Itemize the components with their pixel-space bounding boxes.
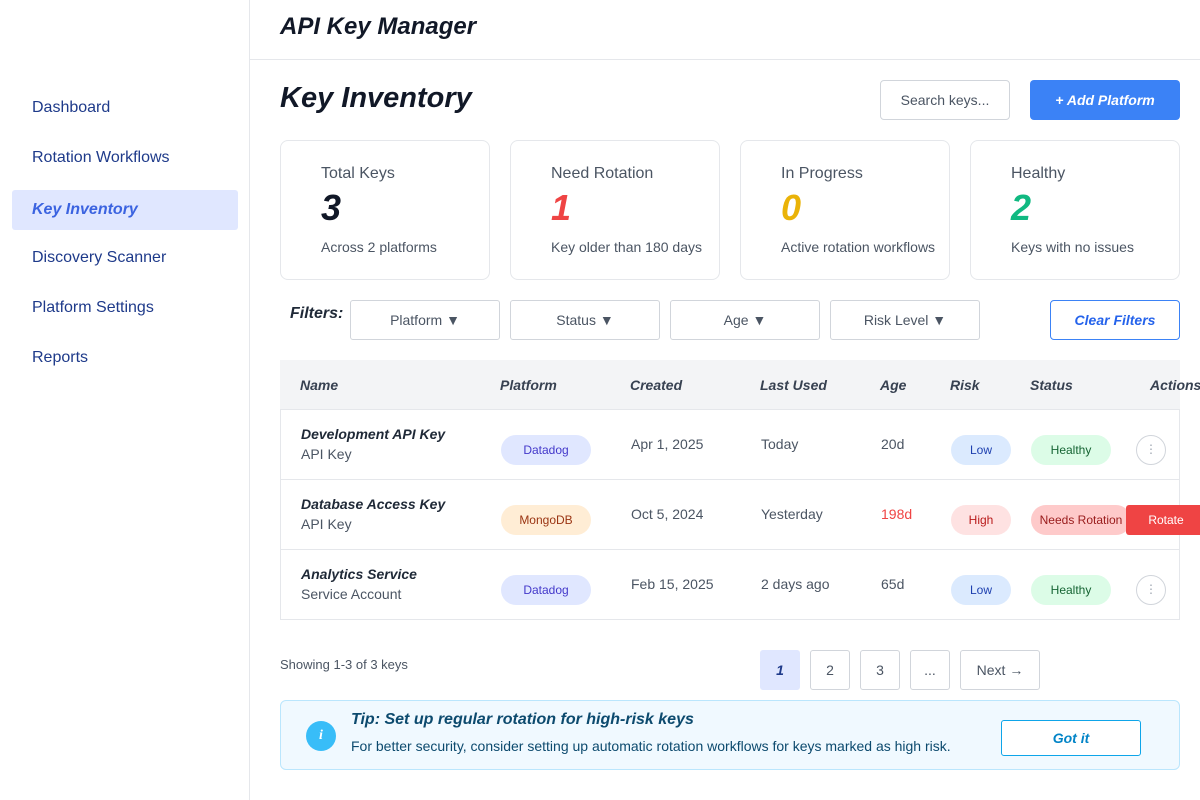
next-page-button[interactable]: Next → <box>960 650 1040 690</box>
last-used: Yesterday <box>761 506 823 522</box>
stat-label: In Progress <box>781 165 863 182</box>
stat-card-need-rotation: Need Rotation 1 Key older than 180 days <box>510 140 720 280</box>
table-row[interactable]: Analytics Service Service Account Datado… <box>280 550 1180 620</box>
app: Dashboard Rotation Workflows Key Invento… <box>0 0 1200 800</box>
results-count: Showing 1-3 of 3 keys <box>280 657 408 672</box>
filter-age-dropdown[interactable]: Age ▼ <box>670 300 820 340</box>
sidebar-item-reports[interactable]: Reports <box>12 338 238 378</box>
created-date: Oct 5, 2024 <box>631 506 704 522</box>
tip-text: For better security, consider setting up… <box>351 738 951 754</box>
filter-risk-level-dropdown[interactable]: Risk Level ▼ <box>830 300 980 340</box>
clear-filters-button[interactable]: Clear Filters <box>1050 300 1180 340</box>
page-button-2[interactable]: 2 <box>810 650 850 690</box>
filters-label: Filters: <box>290 305 344 322</box>
sidebar-item-key-inventory[interactable]: Key Inventory <box>12 190 238 230</box>
page-title: Key Inventory <box>280 82 472 114</box>
stat-value: 1 <box>551 187 572 228</box>
column-header-platform: Platform <box>500 377 557 393</box>
risk-badge: Low <box>951 575 1011 605</box>
column-header-last-used: Last Used <box>760 377 827 393</box>
key-age: 20d <box>881 436 905 452</box>
stat-label: Healthy <box>1011 165 1066 182</box>
key-name: Development API Key <box>301 426 446 442</box>
key-type: API Key <box>301 446 352 462</box>
column-header-age: Age <box>880 377 907 393</box>
stat-card-in-progress: In Progress 0 Active rotation workflows <box>740 140 950 280</box>
status-badge: Healthy <box>1031 575 1111 605</box>
table-header: Name Platform Created Last Used Age Risk… <box>280 360 1200 410</box>
stat-label: Total Keys <box>321 165 395 182</box>
key-age: 65d <box>881 576 905 592</box>
created-date: Feb 15, 2025 <box>631 576 714 592</box>
last-used: Today <box>761 436 799 452</box>
key-name: Analytics Service <box>301 566 417 582</box>
column-header-status: Status <box>1030 377 1073 393</box>
stat-subtext: Active rotation workflows <box>781 239 936 255</box>
filter-status-dropdown[interactable]: Status ▼ <box>510 300 660 340</box>
last-used: 2 days ago <box>761 576 830 592</box>
risk-badge: Low <box>951 435 1011 465</box>
sidebar-item-platform-settings[interactable]: Platform Settings <box>12 288 238 328</box>
table-row[interactable]: Database Access Key API Key MongoDB Oct … <box>280 480 1200 550</box>
stat-value: 3 <box>321 187 342 228</box>
created-date: Apr 1, 2025 <box>631 436 704 452</box>
sidebar-item-rotation-workflows[interactable]: Rotation Workflows <box>12 138 238 178</box>
stat-value: 2 <box>1011 187 1032 228</box>
stat-value: 0 <box>781 187 802 228</box>
search-input[interactable] <box>880 80 1010 120</box>
more-actions-icon[interactable]: ⋮ <box>1136 435 1166 465</box>
column-header-name: Name <box>300 377 339 393</box>
got-it-button[interactable]: Got it <box>1001 720 1141 756</box>
info-icon: i <box>306 721 336 751</box>
key-type: API Key <box>301 516 352 532</box>
header: API Key Manager <box>250 0 1200 60</box>
page-button-1[interactable]: 1 <box>760 650 800 690</box>
rotate-button[interactable]: Rotate <box>1126 505 1200 535</box>
page-ellipsis[interactable]: ... <box>910 650 950 690</box>
page-button-3[interactable]: 3 <box>860 650 900 690</box>
more-actions-icon[interactable]: ⋮ <box>1136 575 1166 605</box>
key-name: Database Access Key <box>301 496 446 512</box>
stat-subtext: Key older than 180 days <box>551 239 702 255</box>
sidebar-item-dashboard[interactable]: Dashboard <box>12 88 238 128</box>
stat-card-healthy: Healthy 2 Keys with no issues <box>970 140 1180 280</box>
stat-card-total-keys: Total Keys 3 Across 2 platforms <box>280 140 490 280</box>
sidebar: Dashboard Rotation Workflows Key Invento… <box>0 0 250 800</box>
stat-subtext: Across 2 platforms <box>321 239 437 255</box>
add-platform-button[interactable]: + Add Platform <box>1030 80 1180 120</box>
table-row[interactable]: Development API Key API Key Datadog Apr … <box>280 410 1180 480</box>
key-type: Service Account <box>301 586 402 602</box>
tip-title: Tip: Set up regular rotation for high-ri… <box>351 711 694 728</box>
stat-subtext: Keys with no issues <box>1011 239 1134 255</box>
key-age: 198d <box>881 506 913 522</box>
column-header-risk: Risk <box>950 377 980 393</box>
tip-banner: i Tip: Set up regular rotation for high-… <box>280 700 1180 770</box>
platform-badge: Datadog <box>501 435 591 465</box>
status-badge: Needs Rotation <box>1031 505 1131 535</box>
filter-platform-dropdown[interactable]: Platform ▼ <box>350 300 500 340</box>
platform-badge: Datadog <box>501 575 591 605</box>
risk-badge: High <box>951 505 1011 535</box>
platform-badge: MongoDB <box>501 505 591 535</box>
column-header-actions: Actions <box>1150 377 1200 393</box>
column-header-created: Created <box>630 377 683 393</box>
sidebar-item-discovery-scanner[interactable]: Discovery Scanner <box>12 238 238 278</box>
app-title: API Key Manager <box>280 13 477 40</box>
status-badge: Healthy <box>1031 435 1111 465</box>
stat-label: Need Rotation <box>551 165 654 182</box>
